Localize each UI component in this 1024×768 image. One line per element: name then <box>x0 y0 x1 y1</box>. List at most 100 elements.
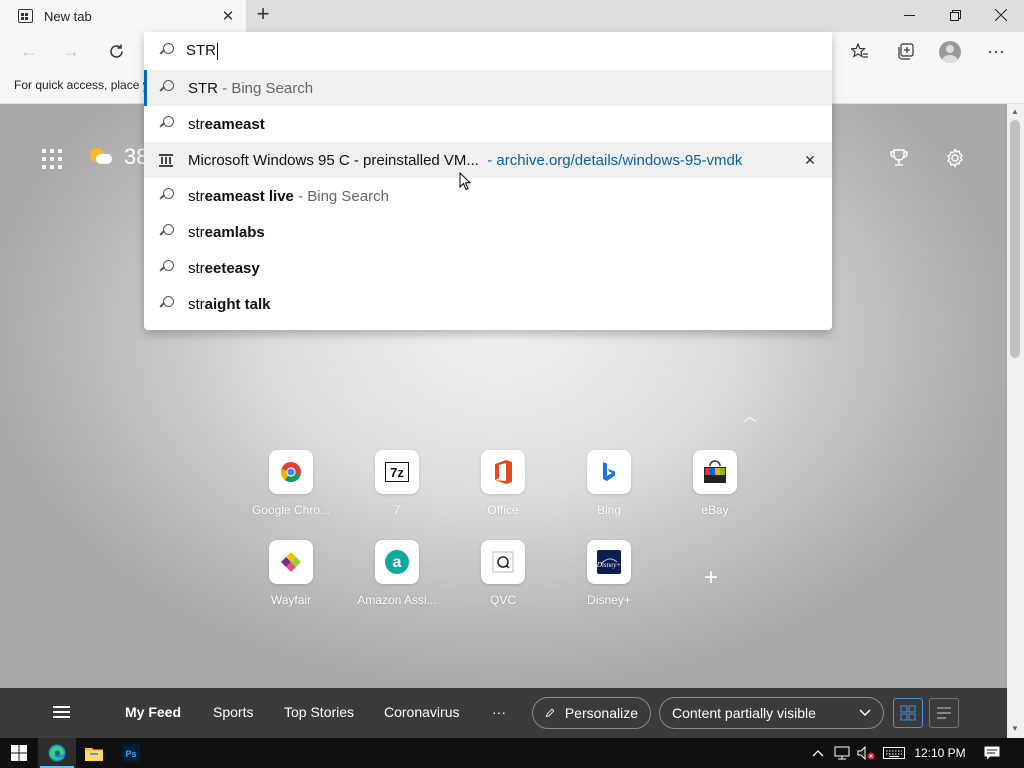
feed-tab-my-feed[interactable]: My Feed <box>125 704 181 720</box>
archive-site-icon <box>159 153 173 167</box>
address-bar[interactable]: STR <box>144 32 832 70</box>
favorites-bar-hint: For quick access, place y <box>14 78 144 92</box>
feed-tab-top-stories[interactable]: Top Stories <box>284 704 354 720</box>
address-input[interactable]: STR <box>186 42 218 60</box>
more-options-icon[interactable]: ··· <box>981 36 1011 66</box>
search-icon <box>158 116 174 132</box>
partly-cloudy-icon <box>90 148 112 166</box>
quick-link-wayfair[interactable]: Wayfair <box>246 540 336 607</box>
minimize-icon[interactable] <box>886 0 932 30</box>
remove-suggestion-icon[interactable]: ✕ <box>802 152 818 168</box>
svg-text:Ps: Ps <box>125 749 136 759</box>
svg-text:Disney+: Disney+ <box>597 561 621 569</box>
profile-avatar[interactable] <box>939 41 961 63</box>
search-icon <box>158 80 174 96</box>
windows-start-icon[interactable] <box>0 738 38 768</box>
7zip-icon: 7z <box>375 450 419 494</box>
suggestion-item[interactable]: STR - Bing Search <box>144 70 832 106</box>
svg-text:a: a <box>393 554 402 571</box>
tab-new-tab[interactable]: New tab ✕ <box>0 0 246 32</box>
volume-muted-icon[interactable] <box>854 738 878 768</box>
list-layout-icon[interactable] <box>929 698 959 728</box>
edge-browser-icon[interactable] <box>38 738 76 768</box>
back-arrow-icon[interactable]: ← <box>14 36 44 66</box>
tab-strip: New tab ✕ + <box>0 0 1024 32</box>
mouse-cursor-icon <box>459 172 471 191</box>
tray-chevron-up-icon[interactable] <box>808 738 828 768</box>
chevron-down-icon <box>859 709 871 716</box>
qvc-icon <box>481 540 525 584</box>
restore-icon[interactable] <box>932 0 978 30</box>
feed-more-icon[interactable]: ··· <box>492 704 506 720</box>
feed-bar: My Feed Sports Top Stories Coronavirus ·… <box>0 688 1007 738</box>
scroll-down-arrow-icon[interactable]: ▼ <box>1011 724 1019 733</box>
network-icon[interactable] <box>830 738 854 768</box>
close-window-icon[interactable] <box>978 0 1024 30</box>
hamburger-menu-icon[interactable] <box>53 706 70 719</box>
new-tab-icon <box>18 9 33 23</box>
quick-link-label: Office <box>487 503 519 517</box>
quick-link-office[interactable]: Office <box>458 450 548 517</box>
suggestion-item-history[interactable]: Microsoft Windows 95 C - preinstalled VM… <box>144 142 832 178</box>
quick-link-label: Google Chro... <box>251 503 331 517</box>
scroll-up-arrow-icon[interactable]: ▲ <box>1011 107 1019 116</box>
photoshop-icon[interactable]: Ps <box>112 738 150 768</box>
suggestion-item[interactable]: str eameast live - Bing Search <box>144 178 832 214</box>
add-quick-link-icon[interactable]: + <box>704 564 718 592</box>
content-visibility-dropdown[interactable]: Content partially visible <box>659 697 884 729</box>
address-bar-dropdown: STR STR - Bing Search str eameast Microso… <box>144 32 832 330</box>
refresh-icon[interactable] <box>101 36 131 66</box>
search-icon <box>158 188 174 204</box>
quick-link-chrome[interactable]: Google Chro... <box>246 450 336 517</box>
pencil-icon <box>545 708 555 718</box>
rewards-trophy-icon[interactable] <box>885 144 913 172</box>
quick-link-bing[interactable]: Bing <box>564 450 654 517</box>
favorites-star-icon[interactable] <box>845 36 875 66</box>
suggestion-item[interactable]: str eeteasy <box>144 250 832 286</box>
clock[interactable]: 12:10 PM <box>910 738 970 768</box>
quick-link-label: Amazon Assi... <box>357 593 437 607</box>
weather-widget[interactable]: 38 <box>90 144 148 170</box>
suggestion-item[interactable]: str eamlabs <box>144 214 832 250</box>
quick-link-disney-plus[interactable]: Disney+ Disney+ <box>564 540 654 607</box>
quick-link-label: eBay <box>701 503 729 517</box>
personalize-button[interactable]: Personalize <box>532 697 651 729</box>
office-icon <box>481 450 525 494</box>
new-tab-plus-icon[interactable]: + <box>252 3 274 26</box>
suggestion-item[interactable]: str eameast <box>144 106 832 142</box>
personalize-label: Personalize <box>564 705 638 721</box>
suggestion-item[interactable]: str aight talk <box>144 286 832 322</box>
grid-layout-icon[interactable] <box>893 698 923 728</box>
settings-gear-icon[interactable] <box>941 144 969 172</box>
feed-tab-sports[interactable]: Sports <box>213 704 253 720</box>
quick-link-amazon-assistant[interactable]: a Amazon Assi... <box>352 540 442 607</box>
search-icon <box>158 43 174 59</box>
quick-link-qvc[interactable]: QVC <box>458 540 548 607</box>
collections-icon[interactable] <box>890 36 920 66</box>
quick-link-7zip[interactable]: 7z 7 <box>352 450 442 517</box>
ebay-icon <box>693 450 737 494</box>
taskbar: Ps 12:10 PM <box>0 738 1024 768</box>
quick-link-label: QVC <box>489 593 516 607</box>
forward-arrow-icon[interactable]: → <box>56 36 86 66</box>
bing-icon <box>587 450 631 494</box>
apps-grid-icon[interactable] <box>42 149 62 169</box>
search-icon <box>158 224 174 240</box>
scroll-thumb[interactable] <box>1010 120 1020 358</box>
collapse-chevron-icon[interactable]: ︿ <box>743 406 757 426</box>
file-explorer-icon[interactable] <box>75 738 113 768</box>
chrome-icon <box>269 450 313 494</box>
content-visibility-label: Content partially visible <box>672 705 816 721</box>
feed-tab-coronavirus[interactable]: Coronavirus <box>384 704 459 720</box>
quick-link-label: Bing <box>596 503 622 517</box>
amazon-icon: a <box>375 540 419 584</box>
keyboard-icon[interactable] <box>880 738 908 768</box>
quick-link-ebay[interactable]: eBay <box>670 450 760 517</box>
wayfair-icon <box>269 540 313 584</box>
notifications-icon[interactable] <box>980 738 1004 768</box>
quick-link-label: Wayfair <box>270 593 312 607</box>
page-scrollbar[interactable]: ▲ ▼ <box>1007 104 1024 738</box>
search-icon <box>158 260 174 276</box>
tab-title: New tab <box>44 8 92 24</box>
close-tab-icon[interactable]: ✕ <box>218 6 238 26</box>
